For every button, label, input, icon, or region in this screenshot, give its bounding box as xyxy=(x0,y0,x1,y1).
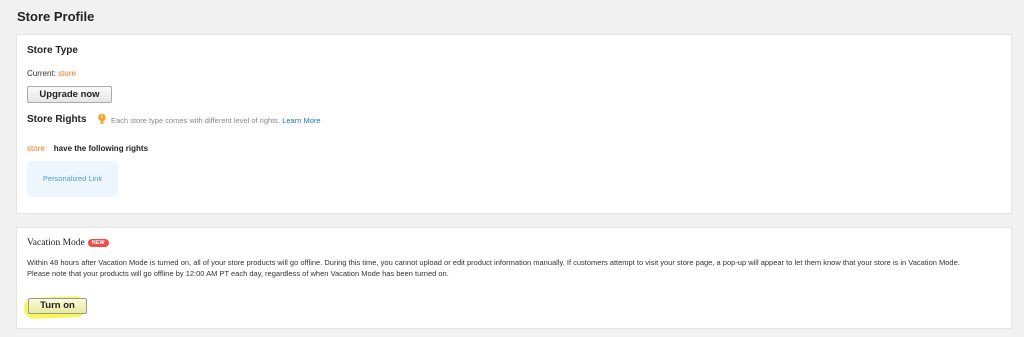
rights-line: store have the following rights xyxy=(27,144,148,153)
lightbulb-icon xyxy=(98,113,106,124)
page-title: Store Profile xyxy=(17,9,95,24)
hint-text: Each store type comes with different lev… xyxy=(111,116,281,125)
vacation-description: Within 48 hours after Vacation Mode is t… xyxy=(27,257,1007,279)
vacation-mode-title: Vacation Mode NEW xyxy=(27,238,109,248)
store-rights-title: Store Rights xyxy=(27,114,87,125)
new-badge: NEW xyxy=(87,239,109,247)
current-value: store xyxy=(58,69,76,78)
vacation-mode-card: Vacation Mode NEW Within 48 hours after V… xyxy=(16,227,1012,329)
rights-store-name: store xyxy=(27,144,45,153)
turn-on-button[interactable]: Turn on xyxy=(28,298,87,314)
current-label: Current: xyxy=(27,69,56,78)
store-type-title: Store Type xyxy=(27,45,78,56)
store-rights-hint: Each store type comes with different lev… xyxy=(111,116,321,125)
current-store-type: Current: store xyxy=(27,69,76,78)
rights-text: have the following rights xyxy=(53,144,149,153)
store-type-card: Store Type Current: store Upgrade now St… xyxy=(16,34,1012,214)
vacation-title-text: Vacation Mode xyxy=(27,238,85,248)
vacation-description-text: Within 48 hours after Vacation Mode is t… xyxy=(27,258,960,267)
vacation-note-text: Please note that your products will go o… xyxy=(27,269,449,278)
learn-more-link[interactable]: Learn More xyxy=(282,116,320,125)
upgrade-now-button[interactable]: Upgrade now xyxy=(27,86,112,103)
personalized-link-tile[interactable]: Personalized Link xyxy=(27,161,118,197)
